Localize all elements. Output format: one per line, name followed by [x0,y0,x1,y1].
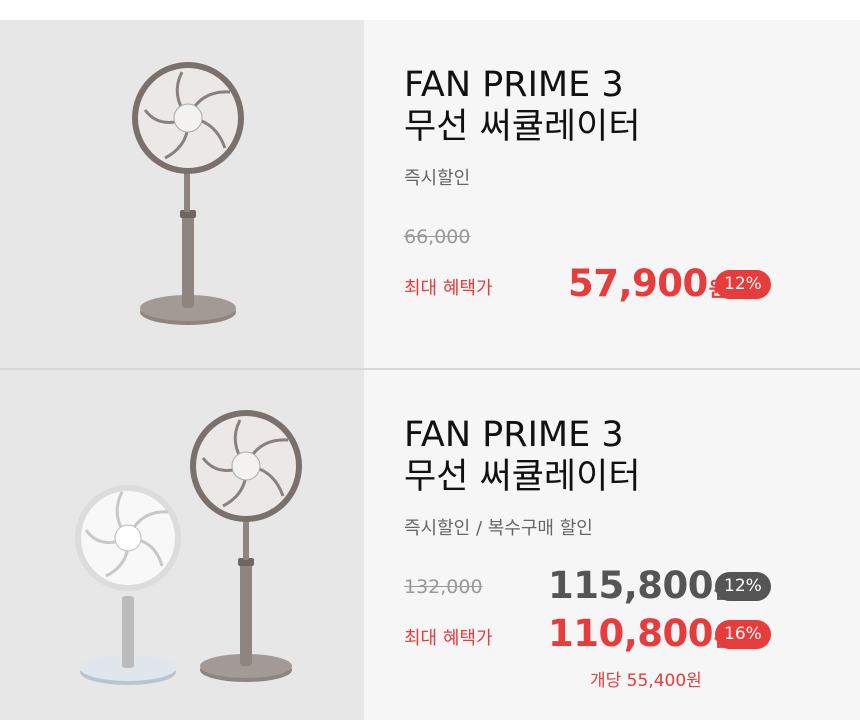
product-title-line1: FAN PRIME 3 [404,65,624,105]
original-price: 132,000 [404,576,483,598]
product-info-1: FAN PRIME 3 무선 써큘레이터 즉시할인 66,000 최대 혜택가 … [364,20,860,368]
discount-type-label: 즉시할인 / 복수구매 할인 [404,518,593,539]
product-title-line2: 무선 써큘레이터 [404,107,641,147]
fan-illustration-pair [75,410,302,685]
product-title-line2: 무선 써큘레이터 [404,457,641,497]
final-price-value: 110,800 [548,612,714,655]
product-card-2[interactable]: FAN PRIME 3 무선 써큘레이터 즉시할인 / 복수구매 할인 132,… [0,370,860,720]
product-card-1[interactable]: FAN PRIME 3 무선 써큘레이터 즉시할인 66,000 최대 혜택가 … [0,20,860,368]
max-benefit-label: 최대 혜택가 [404,278,493,299]
final-price: 57,900원 [568,262,727,305]
fan-illustration-grey [132,62,244,325]
product-list: FAN PRIME 3 무선 써큘레이터 즉시할인 66,000 최대 혜택가 … [0,0,860,720]
instant-price-value: 115,800 [548,564,714,607]
product-image-1[interactable] [0,20,364,368]
product-image-2[interactable] [0,370,364,720]
per-unit-price: 개당 55,400원 [590,671,702,691]
discount-type-label: 즉시할인 [404,168,471,189]
instant-discount-price: 115,800원 [548,564,732,607]
product-title-line1: FAN PRIME 3 [404,415,624,455]
original-price: 66,000 [404,226,471,248]
discount-badge: 12% [715,270,771,299]
product-info-2: FAN PRIME 3 무선 써큘레이터 즉시할인 / 복수구매 할인 132,… [364,370,860,720]
instant-discount-badge: 12% [715,572,771,601]
final-price-value: 57,900 [568,262,708,305]
final-price: 110,800원 [548,612,732,655]
max-benefit-label: 최대 혜택가 [404,628,493,649]
discount-badge: 16% [715,620,771,649]
